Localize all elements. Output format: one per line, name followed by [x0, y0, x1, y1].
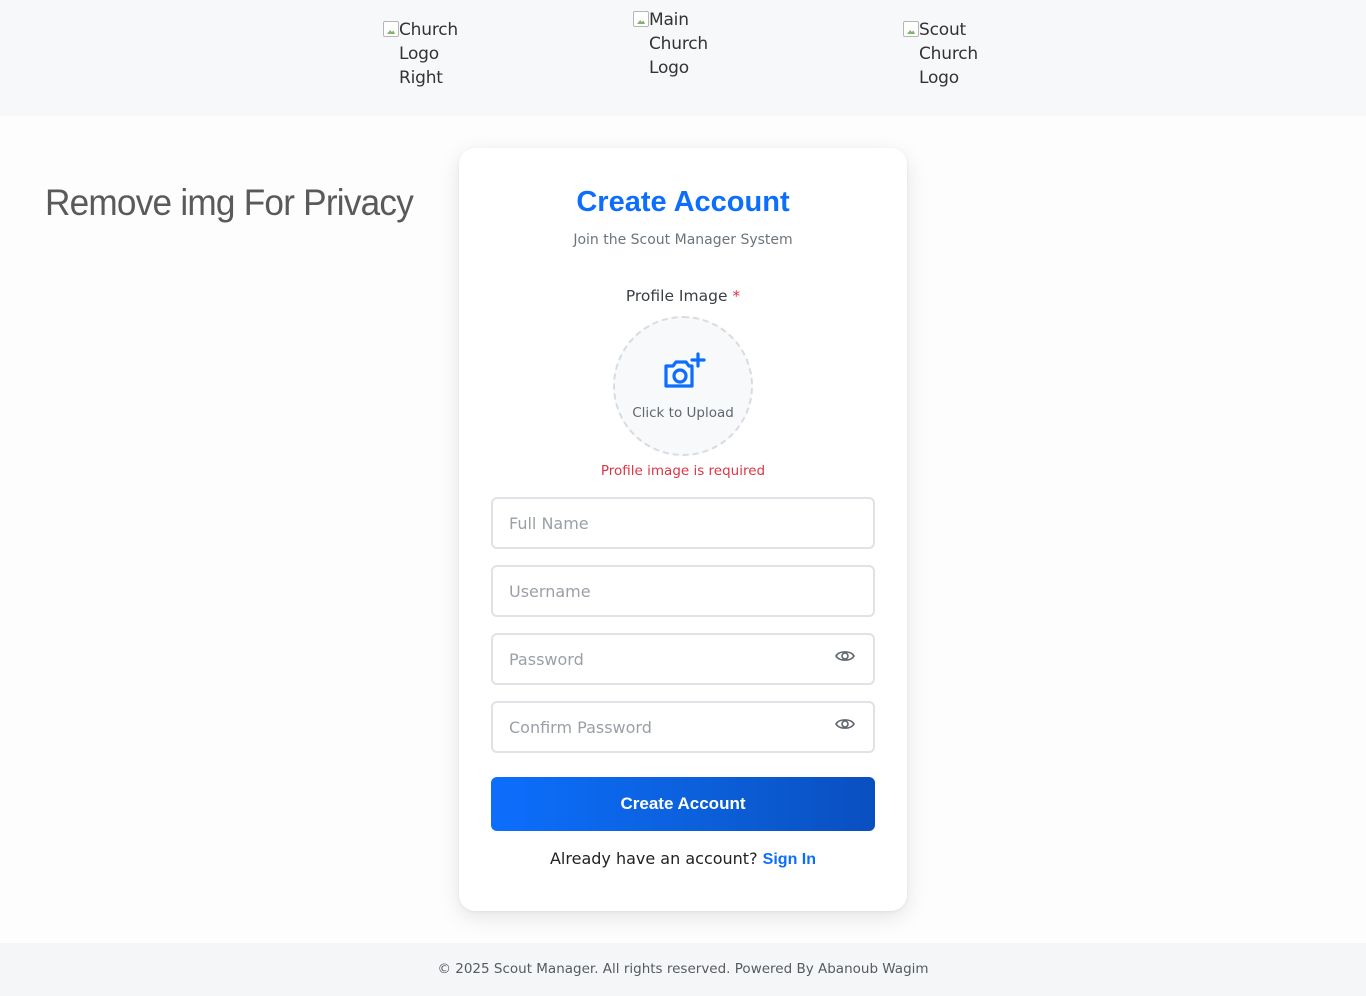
- full-name-field: [491, 497, 875, 549]
- password-field: [491, 633, 875, 685]
- required-mark: *: [732, 287, 741, 305]
- signin-prompt: Already have an account? Sign In: [549, 849, 816, 868]
- username-input[interactable]: [493, 567, 813, 615]
- form-title: Create Account: [576, 186, 790, 218]
- privacy-placeholder-text: Remove img For Privacy: [45, 182, 414, 223]
- camera-plus-icon: [664, 352, 706, 388]
- broken-image-icon: [633, 11, 649, 27]
- broken-image-icon: [903, 21, 919, 37]
- broken-image-icon: [383, 21, 399, 37]
- upload-label: Click to Upload: [632, 405, 734, 421]
- form-subtitle: Join the Scout Manager System: [573, 232, 793, 248]
- confirm-password-input[interactable]: [493, 703, 813, 751]
- profile-image-error: Profile image is required: [600, 463, 766, 479]
- password-input[interactable]: [493, 635, 813, 683]
- church-logo-right: Church Logo Right: [383, 18, 473, 90]
- create-account-button[interactable]: Create Account: [491, 777, 875, 831]
- main-church-logo: Main Church Logo: [633, 8, 743, 80]
- username-field: [491, 565, 875, 617]
- eye-icon[interactable]: [835, 648, 855, 664]
- profile-image-label: Profile Image *: [625, 287, 741, 305]
- header-bar: Church Logo Right Main Church Logo Scout…: [0, 0, 1366, 116]
- signup-card: Create Account Join the Scout Manager Sy…: [459, 148, 907, 911]
- full-name-input[interactable]: [493, 499, 813, 547]
- confirm-password-field: [491, 701, 875, 753]
- signin-link[interactable]: Sign In: [763, 851, 816, 868]
- eye-icon[interactable]: [835, 716, 855, 732]
- profile-image-upload[interactable]: Click to Upload: [613, 316, 753, 456]
- scout-church-logo: Scout Church Logo: [903, 18, 978, 90]
- footer: © 2025 Scout Manager. All rights reserve…: [0, 943, 1366, 996]
